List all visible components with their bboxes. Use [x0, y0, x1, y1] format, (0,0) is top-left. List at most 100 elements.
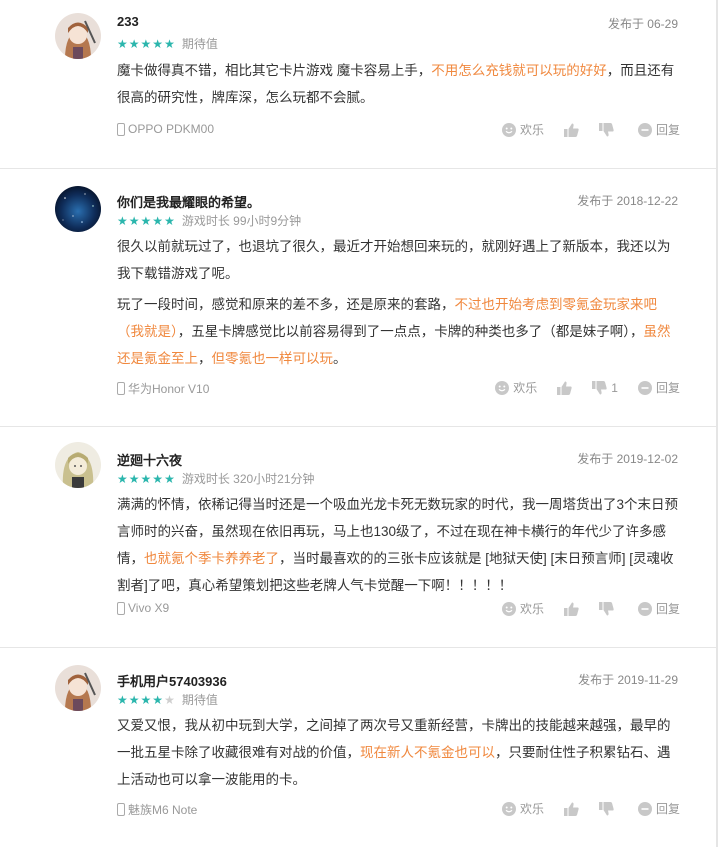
- reply-button[interactable]: 回复: [637, 121, 680, 138]
- dislike-button[interactable]: [598, 601, 618, 616]
- review-paragraph: 满满的怀情，依稀记得当时还是一个吸血光龙卡死无数玩家的时代，我一周塔货出了3个末…: [117, 491, 682, 599]
- thumbs-up-icon: [563, 802, 579, 816]
- star-icon: ★: [128, 692, 140, 707]
- star-icon: ★: [152, 36, 164, 51]
- star-icon: ★: [152, 692, 164, 707]
- device-info: 华为Honor V10: [117, 380, 209, 397]
- fun-button[interactable]: 欢乐: [501, 800, 544, 817]
- like-button[interactable]: [557, 381, 572, 395]
- device-name: OPPO PDKM00: [128, 122, 215, 136]
- phone-icon: [117, 803, 125, 816]
- review-item: 手机用户57403936 发布于 2019-11-29 ★ ★ ★ ★ ★ 期待值 又爱…: [0, 648, 716, 847]
- star-icon: ★: [140, 36, 152, 51]
- smile-icon: [495, 380, 510, 395]
- avatar[interactable]: [55, 665, 101, 711]
- star-icon: ★: [117, 36, 128, 51]
- highlighted-text: 现在新人不氪金也可以: [360, 745, 495, 760]
- star-icon: ★: [128, 471, 140, 486]
- review-paragraph: 又爱又恨，我从初中玩到大学，之间掉了两次号又重新经营，卡牌出的技能越来越强，最早…: [117, 712, 682, 793]
- highlighted-text: 不用怎么充钱就可以玩的好好: [431, 63, 607, 78]
- fun-label: 欢乐: [513, 381, 538, 395]
- phone-icon: [117, 601, 125, 615]
- post-date: 发布于 06-29: [607, 17, 678, 31]
- review-paragraph: 很久以前就玩过了，也退坑了很久，最近才开始想回来玩的，就刚好遇上了新版本，我还以…: [117, 233, 682, 287]
- username[interactable]: 233: [117, 14, 139, 29]
- smile-icon: [501, 601, 516, 616]
- phone-icon: [117, 382, 125, 395]
- reply-label: 回复: [655, 123, 680, 137]
- like-button[interactable]: [563, 602, 579, 616]
- review-text: ，: [198, 351, 212, 366]
- dislike-count: 1: [611, 380, 618, 395]
- like-button[interactable]: [563, 123, 579, 137]
- fun-label: 欢乐: [519, 602, 544, 616]
- review-paragraph: 玩了一段时间，感觉和原来的差不多，还是原来的套路，不过也开始考虑到零氪金玩家来吧…: [117, 291, 682, 372]
- thumbs-down-icon: [598, 601, 614, 615]
- avatar[interactable]: [55, 186, 101, 232]
- fun-button[interactable]: 欢乐: [495, 379, 537, 396]
- reply-button[interactable]: 回复: [637, 379, 680, 396]
- star-icon: ★: [164, 471, 175, 486]
- star-icon: ★: [164, 213, 175, 228]
- device-name: Vivo X9: [128, 601, 170, 615]
- dislike-button[interactable]: [598, 801, 618, 816]
- star-icon: ★: [117, 692, 128, 707]
- username[interactable]: 逆廻十六夜: [117, 450, 182, 469]
- comment-icon: [637, 122, 652, 137]
- review-actions: 欢乐 回复: [482, 600, 680, 617]
- avatar[interactable]: [55, 13, 101, 59]
- avatar[interactable]: [55, 442, 101, 488]
- post-date: 发布于 2018-12-22: [577, 194, 678, 208]
- review-text: 很久以前就玩过了，也退坑了很久，最近才开始想回来玩的，就刚好遇上了新版本，我还以…: [117, 239, 671, 281]
- star-icon: ★: [164, 692, 175, 707]
- thumbs-down-icon: [598, 122, 614, 136]
- fun-label: 欢乐: [519, 123, 544, 137]
- star-icon: ★: [140, 692, 152, 707]
- thumbs-down-icon: [592, 380, 607, 394]
- review-item: 逆廻十六夜 发布于 2019-12-02 ★ ★ ★ ★ ★ 游戏时长 320小时21分…: [0, 427, 716, 648]
- post-date: 发布于 2019-11-29: [578, 673, 678, 687]
- review-text: 魔卡做得真不错，相比其它卡片游戏 魔卡容易上手，: [117, 63, 432, 78]
- fun-button[interactable]: 欢乐: [501, 600, 544, 617]
- fun-button[interactable]: 欢乐: [501, 121, 544, 138]
- thumbs-up-icon: [563, 123, 579, 137]
- phone-icon: [117, 122, 125, 136]
- device-info: Vivo X9: [117, 601, 169, 615]
- device-name: 华为Honor V10: [128, 382, 210, 396]
- review-text: 玩了一段时间，感觉和原来的差不多，还是原来的套路，: [117, 297, 455, 312]
- thumbs-up-icon: [557, 381, 572, 395]
- username[interactable]: 你们是我最耀眼的希望。: [117, 192, 260, 211]
- review-item: 你们是我最耀眼的希望。 发布于 2018-12-22 ★ ★ ★ ★ ★ 游戏时长 99…: [0, 169, 716, 427]
- star-icon: ★: [140, 213, 152, 228]
- review-item: 233 发布于 06-29 ★ ★ ★ ★ ★ 期待值 魔卡做得真不错，相比其它卡片游戏…: [0, 0, 716, 169]
- rating-stars: ★ ★ ★ ★ ★ 游戏时长 320小时21分钟: [117, 470, 315, 487]
- post-date: 发布于 2019-12-02: [577, 452, 678, 466]
- star-icon: ★: [117, 213, 128, 228]
- review-actions: 欢乐 回复: [482, 121, 680, 138]
- star-icon: ★: [164, 36, 175, 51]
- rating-stars: ★ ★ ★ ★ ★ 期待值: [117, 35, 218, 52]
- smile-icon: [501, 801, 516, 816]
- rating-stars: ★ ★ ★ ★ ★ 期待值: [117, 691, 218, 708]
- comment-icon: [637, 801, 652, 816]
- star-icon: ★: [128, 36, 140, 51]
- reply-button[interactable]: 回复: [637, 800, 680, 817]
- device-info: OPPO PDKM00: [117, 122, 214, 136]
- comment-icon: [637, 380, 652, 395]
- like-button[interactable]: [563, 802, 579, 816]
- dislike-button[interactable]: [598, 122, 618, 137]
- username[interactable]: 手机用户57403936: [117, 671, 227, 690]
- star-icon: ★: [152, 213, 164, 228]
- review-meta: 游戏时长 99小时9分钟: [181, 214, 302, 228]
- reply-label: 回复: [655, 802, 680, 816]
- review-meta: 期待值: [181, 693, 218, 707]
- review-meta: 期待值: [181, 37, 218, 51]
- smile-icon: [501, 122, 516, 137]
- star-icon: ★: [128, 213, 140, 228]
- reply-label: 回复: [655, 602, 680, 616]
- dislike-button[interactable]: 1: [592, 380, 618, 395]
- reply-button[interactable]: 回复: [637, 600, 680, 617]
- highlighted-text: 但零氪也一样可以玩: [211, 351, 334, 366]
- star-icon: ★: [140, 471, 152, 486]
- comment-icon: [637, 601, 652, 616]
